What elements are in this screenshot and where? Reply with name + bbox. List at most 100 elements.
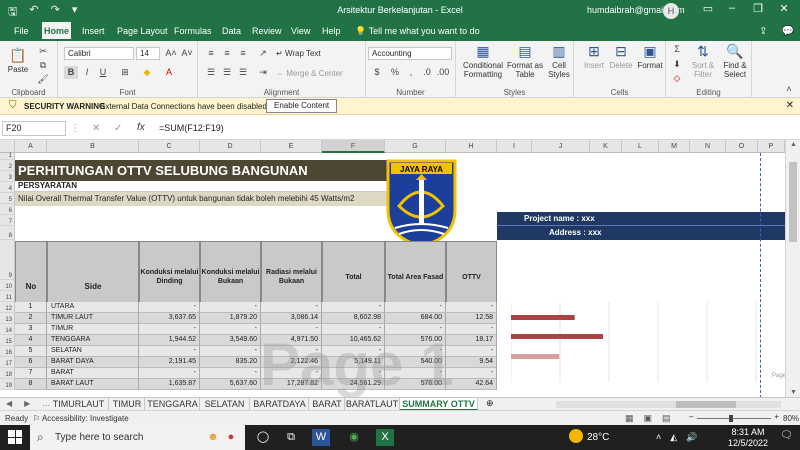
- vertical-scrollbar[interactable]: ▲ ▼: [785, 140, 800, 397]
- table-cell[interactable]: 7: [15, 368, 47, 379]
- table-cell[interactable]: 1,635.87: [139, 379, 200, 390]
- table-cell[interactable]: 1,944.52: [139, 335, 200, 346]
- row-header-4[interactable]: 4: [0, 182, 15, 193]
- chrome-icon[interactable]: ◉: [345, 429, 363, 446]
- orientation-icon[interactable]: ↗: [256, 47, 270, 60]
- scroll-down-icon[interactable]: ▼: [786, 389, 800, 396]
- table-cell[interactable]: 8: [15, 379, 47, 390]
- table-cell[interactable]: 9.54: [446, 357, 497, 368]
- autosum-icon[interactable]: Σ: [670, 43, 684, 56]
- table-cell[interactable]: TENGGARA: [47, 335, 139, 346]
- table-cell[interactable]: -: [139, 368, 200, 379]
- tab-formulas[interactable]: Formulas: [172, 22, 214, 41]
- volume-icon[interactable]: 🔊: [686, 432, 697, 443]
- zoom-out-icon[interactable]: –: [689, 412, 693, 421]
- collapse-ribbon-icon[interactable]: ˄: [782, 83, 796, 96]
- table-cell[interactable]: TIMUR: [47, 324, 139, 335]
- row-header-17[interactable]: 17: [0, 357, 15, 368]
- table-cell[interactable]: -: [139, 302, 200, 313]
- scroll-thumb[interactable]: [789, 162, 797, 242]
- cut-icon[interactable]: ✂: [36, 45, 50, 58]
- table-cell[interactable]: -: [446, 324, 497, 335]
- table-cell[interactable]: -: [322, 302, 385, 313]
- zoom-in-icon[interactable]: +: [774, 412, 779, 421]
- tab-view[interactable]: View: [289, 22, 312, 41]
- format-as-table-button[interactable]: ▤ Format as Table: [506, 43, 544, 79]
- paste-button[interactable]: 📋 Paste: [5, 47, 31, 74]
- conditional-formatting-button[interactable]: ▦ Conditional Formatting: [462, 43, 504, 79]
- table-cell[interactable]: 1,879.20: [200, 313, 261, 324]
- table-cell[interactable]: 4: [15, 335, 47, 346]
- tab-data[interactable]: Data: [220, 22, 243, 41]
- chart-bar-barat-daya[interactable]: [511, 354, 560, 359]
- table-cell[interactable]: -: [200, 302, 261, 313]
- table-cell[interactable]: -: [200, 346, 261, 357]
- word-icon[interactable]: W: [312, 429, 330, 446]
- name-box[interactable]: F20: [2, 121, 66, 136]
- table-cell[interactable]: -: [200, 324, 261, 335]
- table-cell[interactable]: -: [385, 302, 446, 313]
- increase-font-icon[interactable]: A˄: [164, 47, 178, 60]
- column-header-o[interactable]: O: [726, 140, 758, 153]
- format-cells-button[interactable]: ▣ Format: [636, 43, 664, 70]
- normal-view-icon[interactable]: ▦: [625, 413, 634, 424]
- table-cell[interactable]: 1: [15, 302, 47, 313]
- table-cell[interactable]: 2: [15, 313, 47, 324]
- decrease-font-icon[interactable]: A˅: [180, 47, 194, 60]
- table-cell[interactable]: 42.64: [446, 379, 497, 390]
- borders-icon[interactable]: ⊞: [118, 66, 132, 79]
- zoom-slider[interactable]: – +: [689, 412, 779, 422]
- column-header-n[interactable]: N: [690, 140, 726, 153]
- table-cell[interactable]: SELATAN: [47, 346, 139, 357]
- comma-button[interactable]: ,: [404, 66, 418, 79]
- minimize-icon[interactable]: –: [722, 2, 742, 14]
- column-header-p[interactable]: P: [758, 140, 785, 153]
- notifications-icon[interactable]: 🗨: [780, 430, 793, 441]
- row-header-11[interactable]: 11: [0, 291, 15, 302]
- align-top-icon[interactable]: ≡: [204, 47, 218, 60]
- table-cell[interactable]: 3,086.14: [261, 313, 322, 324]
- table-cell[interactable]: -: [446, 302, 497, 313]
- tab-home[interactable]: Home: [42, 22, 72, 41]
- close-icon[interactable]: ✕: [786, 100, 794, 111]
- row-header-6[interactable]: 6: [0, 204, 15, 215]
- tab-review[interactable]: Review: [250, 22, 284, 41]
- currency-button[interactable]: $: [370, 66, 384, 79]
- row-header-9[interactable]: 9: [0, 240, 15, 280]
- chart-bar-timur-laut[interactable]: [511, 315, 575, 320]
- table-cell[interactable]: 3: [15, 324, 47, 335]
- italic-button[interactable]: I: [80, 66, 94, 79]
- copy-icon[interactable]: ⧉: [36, 59, 50, 72]
- task-view-icon[interactable]: ◯: [254, 429, 272, 446]
- fill-icon[interactable]: ⬇: [670, 58, 684, 71]
- zoom-knob[interactable]: [729, 415, 733, 422]
- align-right-icon[interactable]: ☰: [236, 66, 250, 79]
- network-icon[interactable]: ◭: [670, 432, 677, 443]
- cancel-icon[interactable]: ✕: [92, 123, 100, 134]
- column-header-i[interactable]: I: [497, 140, 532, 153]
- maximize-icon[interactable]: ❐: [748, 2, 768, 15]
- table-cell[interactable]: BARAT DAYA: [47, 357, 139, 368]
- formula-input[interactable]: =SUM(F12:F19): [155, 121, 800, 136]
- new-sheet-icon[interactable]: ⊕: [486, 398, 494, 409]
- page-break-view-icon[interactable]: ▤: [662, 413, 671, 424]
- insert-cells-button[interactable]: ⊞ Insert: [582, 43, 606, 70]
- table-cell[interactable]: 12.58: [446, 313, 497, 324]
- row-header-12[interactable]: 12: [0, 302, 15, 313]
- column-header-l[interactable]: L: [622, 140, 659, 153]
- table-cell[interactable]: 8,602.98: [322, 313, 385, 324]
- page-layout-view-icon[interactable]: ▣: [644, 413, 653, 424]
- row-header-10[interactable]: 10: [0, 280, 15, 291]
- accessibility-status[interactable]: ⚐ Accessibility: Investigate: [33, 414, 129, 423]
- table-cell[interactable]: 5: [15, 346, 47, 357]
- column-header-j[interactable]: J: [532, 140, 590, 153]
- fill-color-icon[interactable]: ◆: [140, 66, 154, 79]
- table-cell[interactable]: 5,637.60: [200, 379, 261, 390]
- row-header-7[interactable]: 7: [0, 215, 15, 226]
- column-header-m[interactable]: M: [659, 140, 690, 153]
- clear-icon[interactable]: ◇: [670, 72, 684, 85]
- comments-icon[interactable]: 💬: [782, 22, 794, 41]
- widgets-icon[interactable]: ⧉: [282, 429, 300, 446]
- insert-function-icon[interactable]: fx: [137, 122, 145, 133]
- worksheet-grid[interactable]: A B C D E F G H I J K L M N O P 1 2 3 4 5 6 7 8 9 10 11 12 13 14 15 16 1…: [0, 140, 800, 397]
